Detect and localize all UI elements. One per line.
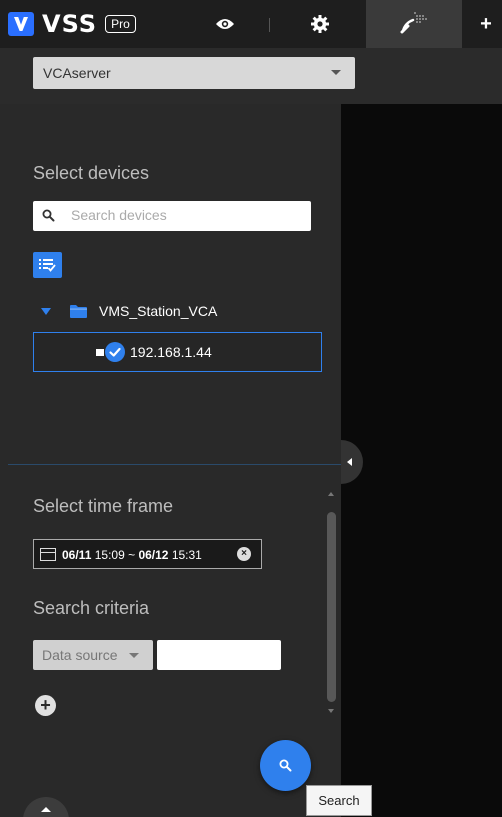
device-label: 192.168.1.44: [130, 344, 212, 360]
search-criteria-title: Search criteria: [33, 598, 150, 618]
criteria-value-input[interactable]: [157, 640, 281, 670]
expand-caret-icon[interactable]: [41, 308, 51, 315]
results-area: [341, 104, 502, 817]
checked-icon[interactable]: [105, 342, 125, 362]
panel-divider: [8, 464, 341, 465]
list-view-button[interactable]: [33, 252, 62, 278]
logo-pro-badge: Pro: [105, 15, 136, 33]
logo-text: VSS: [42, 10, 98, 38]
scroll-down-arrow[interactable]: [328, 709, 334, 713]
start-date: 06/11: [62, 548, 92, 562]
checkmark-icon: [109, 347, 121, 357]
time-frame-value: 06/11 15:09 ~ 06/12 15:31: [62, 548, 202, 562]
tab-separator: [269, 18, 270, 32]
plus-icon: +: [40, 695, 51, 715]
start-time: 15:09: [94, 548, 125, 562]
search-tooltip: Search: [306, 785, 372, 816]
caret-down-icon: [331, 70, 341, 75]
clear-icon[interactable]: ×: [237, 547, 251, 561]
add-tab-button[interactable]: +: [470, 0, 502, 48]
range-separator: ~: [128, 548, 136, 562]
gear-icon: [311, 15, 329, 33]
end-time: 15:31: [171, 548, 202, 562]
device-search-box[interactable]: [33, 201, 311, 231]
camera-icon: [96, 349, 104, 356]
eye-icon: [216, 19, 234, 29]
scroll-up-arrow[interactable]: [328, 492, 334, 496]
tab-vca-search[interactable]: [366, 0, 462, 48]
server-select-value: VCAserver: [43, 65, 111, 81]
device-search-input[interactable]: [71, 207, 301, 223]
caret-down-icon: [129, 653, 139, 658]
data-source-select[interactable]: Data source: [33, 640, 153, 670]
checklist-icon: [39, 259, 56, 272]
end-date: 06/12: [138, 548, 169, 562]
device-group-label[interactable]: VMS_Station_VCA: [99, 303, 217, 319]
vivotek-logo-icon: [8, 12, 34, 36]
time-frame-picker[interactable]: 06/11 15:09 ~ 06/12 15:31 ×: [33, 539, 262, 569]
tab-settings[interactable]: [295, 0, 345, 48]
server-select[interactable]: VCAserver: [33, 57, 355, 89]
search-icon: [42, 209, 55, 222]
vca-search-icon: [400, 12, 427, 34]
scrollbar-thumb[interactable]: [327, 512, 336, 702]
top-bar: VSS Pro +: [0, 0, 502, 48]
search-icon: [279, 759, 292, 772]
folder-icon: [70, 305, 87, 318]
add-criteria-button[interactable]: +: [35, 695, 56, 716]
search-button[interactable]: [260, 740, 311, 791]
device-list-item[interactable]: 192.168.1.44: [33, 332, 322, 372]
calendar-icon: [40, 548, 56, 561]
select-devices-title: Select devices: [33, 163, 150, 183]
app-logo: VSS Pro: [8, 10, 136, 38]
data-source-label: Data source: [42, 647, 118, 663]
select-time-frame-title: Select time frame: [33, 496, 174, 516]
tab-live-view[interactable]: [200, 0, 250, 48]
